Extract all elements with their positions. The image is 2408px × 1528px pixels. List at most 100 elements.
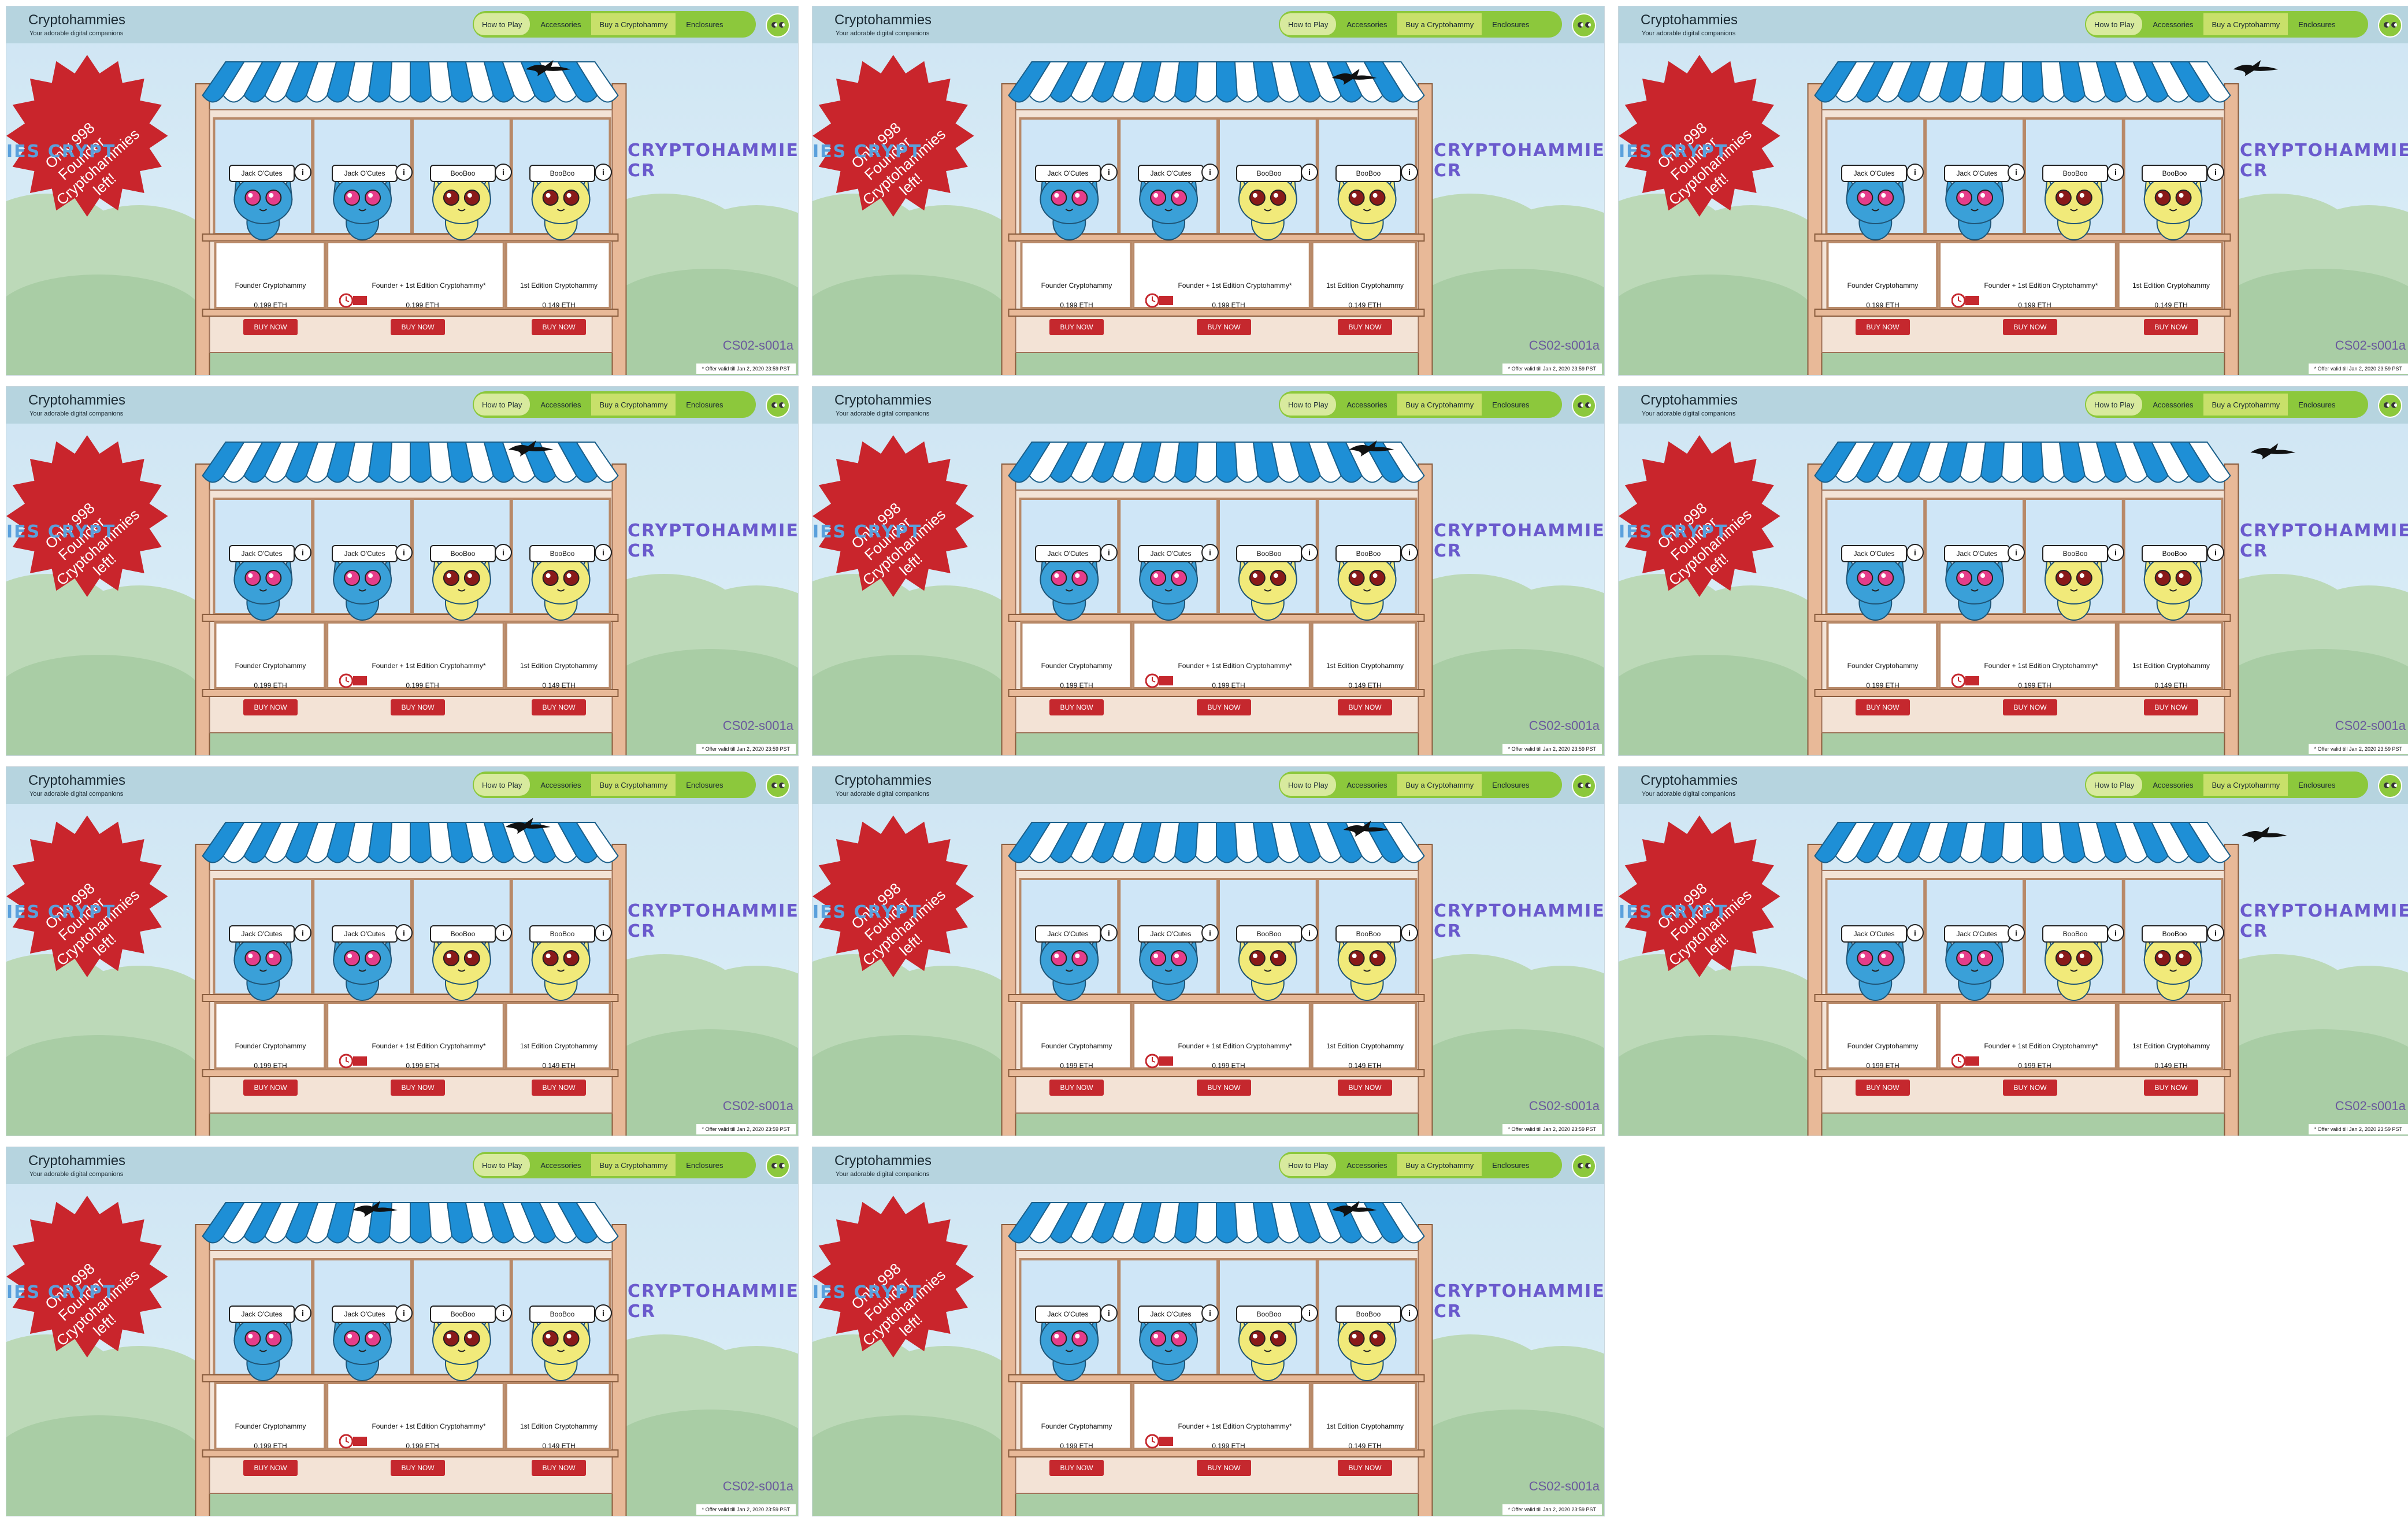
buy-now-first-edition-button[interactable]: BUY NOW xyxy=(2144,1080,2198,1096)
info-icon[interactable]: i xyxy=(395,544,413,561)
nav-accessories[interactable]: Accessories xyxy=(1338,774,1395,796)
nav-accessories[interactable]: Accessories xyxy=(532,1154,589,1176)
info-icon[interactable]: i xyxy=(1201,924,1219,941)
avatar-icon[interactable] xyxy=(2378,13,2402,38)
nav-accessories[interactable]: Accessories xyxy=(1338,1154,1395,1176)
info-icon[interactable]: i xyxy=(1100,164,1118,181)
nav-buy-cryptohammy[interactable]: Buy a Cryptohammy xyxy=(591,774,676,796)
buy-now-first-edition-button[interactable]: BUY NOW xyxy=(532,1460,586,1476)
buy-now-bundle-button[interactable]: BUY NOW xyxy=(2003,699,2057,715)
nav-enclosures[interactable]: Enclosures xyxy=(678,774,731,796)
nav-buy-cryptohammy[interactable]: Buy a Cryptohammy xyxy=(591,394,676,416)
nav-enclosures[interactable]: Enclosures xyxy=(2290,13,2343,35)
avatar-icon[interactable] xyxy=(2378,394,2402,418)
nav-enclosures[interactable]: Enclosures xyxy=(678,1154,731,1176)
info-icon[interactable]: i xyxy=(1301,1304,1318,1322)
nav-how-to-play[interactable]: How to Play xyxy=(2086,774,2143,796)
info-icon[interactable]: i xyxy=(1401,544,1418,561)
nav-enclosures[interactable]: Enclosures xyxy=(678,394,731,416)
nav-enclosures[interactable]: Enclosures xyxy=(678,13,731,35)
info-icon[interactable]: i xyxy=(1201,164,1219,181)
avatar-icon[interactable] xyxy=(1572,394,1596,418)
nav-buy-cryptohammy[interactable]: Buy a Cryptohammy xyxy=(1397,13,1482,35)
avatar-icon[interactable] xyxy=(1572,1154,1596,1178)
info-icon[interactable]: i xyxy=(2207,544,2224,561)
info-icon[interactable]: i xyxy=(2107,924,2124,941)
info-icon[interactable]: i xyxy=(2008,924,2025,941)
nav-accessories[interactable]: Accessories xyxy=(532,13,589,35)
nav-how-to-play[interactable]: How to Play xyxy=(1280,774,1337,796)
info-icon[interactable]: i xyxy=(1100,924,1118,941)
buy-now-bundle-button[interactable]: BUY NOW xyxy=(2003,1080,2057,1096)
info-icon[interactable]: i xyxy=(1906,164,1924,181)
info-icon[interactable]: i xyxy=(2008,544,2025,561)
nav-buy-cryptohammy[interactable]: Buy a Cryptohammy xyxy=(1397,774,1482,796)
buy-now-first-edition-button[interactable]: BUY NOW xyxy=(1338,1460,1392,1476)
info-icon[interactable]: i xyxy=(495,924,512,941)
info-icon[interactable]: i xyxy=(1401,164,1418,181)
info-icon[interactable]: i xyxy=(495,1304,512,1322)
info-icon[interactable]: i xyxy=(495,164,512,181)
buy-now-bundle-button[interactable]: BUY NOW xyxy=(2003,319,2057,335)
avatar-icon[interactable] xyxy=(766,394,790,418)
nav-accessories[interactable]: Accessories xyxy=(1338,394,1395,416)
nav-how-to-play[interactable]: How to Play xyxy=(474,1154,530,1176)
buy-now-founder-button[interactable]: BUY NOW xyxy=(1856,319,1910,335)
buy-now-bundle-button[interactable]: BUY NOW xyxy=(1197,1460,1251,1476)
buy-now-founder-button[interactable]: BUY NOW xyxy=(1856,1080,1910,1096)
info-icon[interactable]: i xyxy=(395,164,413,181)
buy-now-first-edition-button[interactable]: BUY NOW xyxy=(2144,319,2198,335)
info-icon[interactable]: i xyxy=(595,1304,612,1322)
buy-now-first-edition-button[interactable]: BUY NOW xyxy=(532,699,586,715)
info-icon[interactable]: i xyxy=(2107,544,2124,561)
buy-now-bundle-button[interactable]: BUY NOW xyxy=(391,319,445,335)
buy-now-first-edition-button[interactable]: BUY NOW xyxy=(1338,319,1392,335)
info-icon[interactable]: i xyxy=(2008,164,2025,181)
info-icon[interactable]: i xyxy=(294,544,311,561)
buy-now-bundle-button[interactable]: BUY NOW xyxy=(1197,699,1251,715)
avatar-icon[interactable] xyxy=(1572,774,1596,798)
avatar-icon[interactable] xyxy=(766,1154,790,1178)
info-icon[interactable]: i xyxy=(1201,1304,1219,1322)
buy-now-founder-button[interactable]: BUY NOW xyxy=(1049,1460,1104,1476)
nav-how-to-play[interactable]: How to Play xyxy=(474,13,530,35)
info-icon[interactable]: i xyxy=(294,1304,311,1322)
info-icon[interactable]: i xyxy=(1100,1304,1118,1322)
buy-now-founder-button[interactable]: BUY NOW xyxy=(243,699,298,715)
nav-how-to-play[interactable]: How to Play xyxy=(2086,394,2143,416)
buy-now-bundle-button[interactable]: BUY NOW xyxy=(1197,1080,1251,1096)
nav-accessories[interactable]: Accessories xyxy=(532,774,589,796)
info-icon[interactable]: i xyxy=(595,544,612,561)
buy-now-founder-button[interactable]: BUY NOW xyxy=(1856,699,1910,715)
nav-accessories[interactable]: Accessories xyxy=(532,394,589,416)
nav-how-to-play[interactable]: How to Play xyxy=(474,774,530,796)
nav-accessories[interactable]: Accessories xyxy=(2144,394,2201,416)
avatar-icon[interactable] xyxy=(1572,13,1596,38)
info-icon[interactable]: i xyxy=(495,544,512,561)
info-icon[interactable]: i xyxy=(1301,924,1318,941)
buy-now-bundle-button[interactable]: BUY NOW xyxy=(1197,319,1251,335)
info-icon[interactable]: i xyxy=(1201,544,1219,561)
nav-how-to-play[interactable]: How to Play xyxy=(2086,13,2143,35)
buy-now-bundle-button[interactable]: BUY NOW xyxy=(391,1460,445,1476)
info-icon[interactable]: i xyxy=(1301,544,1318,561)
nav-how-to-play[interactable]: How to Play xyxy=(1280,13,1337,35)
info-icon[interactable]: i xyxy=(294,924,311,941)
buy-now-founder-button[interactable]: BUY NOW xyxy=(243,319,298,335)
nav-enclosures[interactable]: Enclosures xyxy=(2290,394,2343,416)
nav-accessories[interactable]: Accessories xyxy=(1338,13,1395,35)
nav-enclosures[interactable]: Enclosures xyxy=(1484,774,1537,796)
info-icon[interactable]: i xyxy=(2107,164,2124,181)
nav-enclosures[interactable]: Enclosures xyxy=(1484,1154,1537,1176)
buy-now-founder-button[interactable]: BUY NOW xyxy=(243,1460,298,1476)
nav-buy-cryptohammy[interactable]: Buy a Cryptohammy xyxy=(2203,394,2288,416)
nav-buy-cryptohammy[interactable]: Buy a Cryptohammy xyxy=(591,13,676,35)
nav-how-to-play[interactable]: How to Play xyxy=(1280,1154,1337,1176)
buy-now-first-edition-button[interactable]: BUY NOW xyxy=(1338,699,1392,715)
info-icon[interactable]: i xyxy=(1401,1304,1418,1322)
info-icon[interactable]: i xyxy=(395,1304,413,1322)
buy-now-founder-button[interactable]: BUY NOW xyxy=(1049,319,1104,335)
avatar-icon[interactable] xyxy=(766,774,790,798)
nav-buy-cryptohammy[interactable]: Buy a Cryptohammy xyxy=(2203,13,2288,35)
buy-now-bundle-button[interactable]: BUY NOW xyxy=(391,1080,445,1096)
